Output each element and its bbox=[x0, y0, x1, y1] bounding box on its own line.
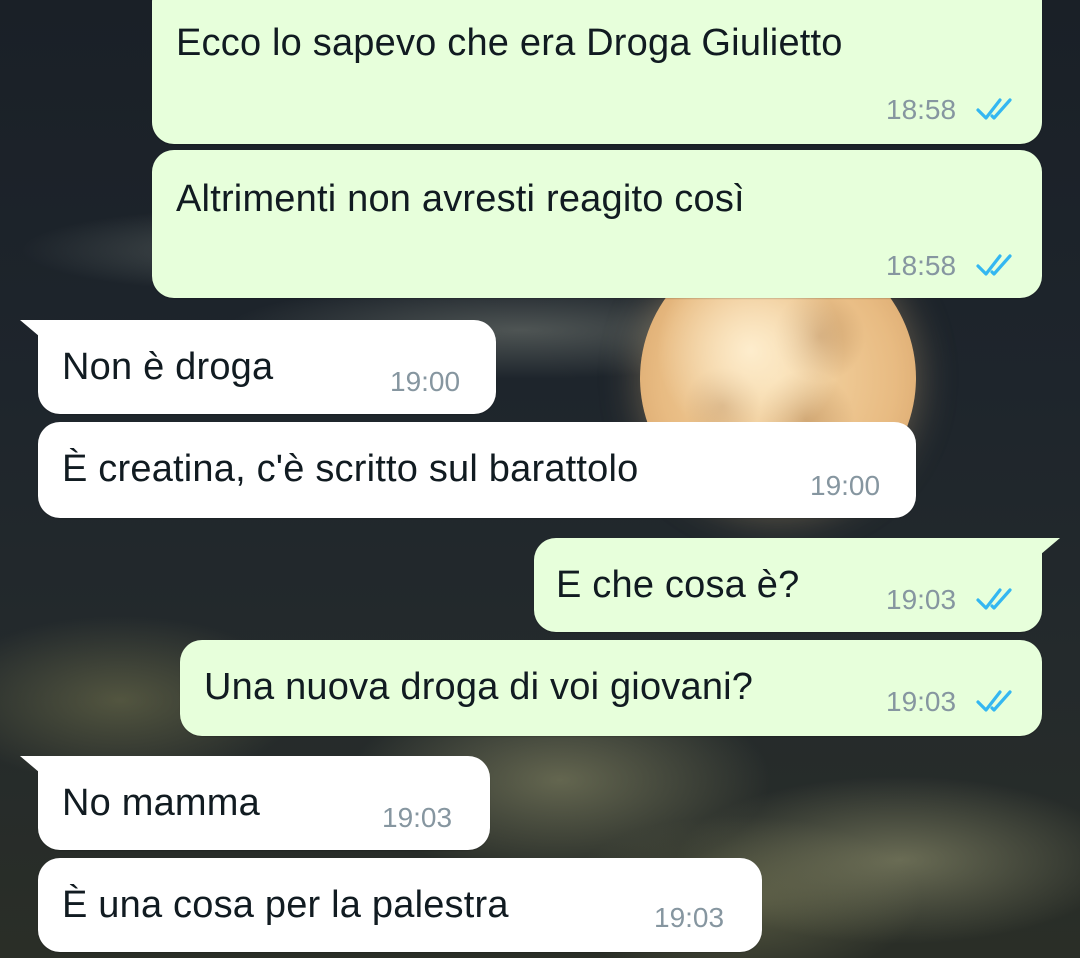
message-text: Non è droga bbox=[62, 346, 274, 388]
message-timestamp: 19:03 bbox=[886, 686, 957, 717]
message-timestamp: 19:00 bbox=[390, 366, 461, 397]
message-bubble-outgoing[interactable]: Ecco lo sapevo che era Droga Giulietto 1… bbox=[152, 0, 1060, 144]
message-bubble-outgoing[interactable]: Altrimenti non avresti reagito così 18:5… bbox=[152, 150, 1042, 298]
message-timestamp: 18:58 bbox=[886, 94, 957, 125]
message-bubble-outgoing[interactable]: E che cosa è? 19:03 bbox=[534, 538, 1060, 632]
message-text: È una cosa per la palestra bbox=[62, 884, 509, 926]
read-receipt-icon bbox=[976, 252, 1018, 278]
read-receipt-icon bbox=[976, 96, 1018, 122]
message-text: Una nuova droga di voi giovani? bbox=[204, 666, 754, 708]
message-timestamp: 19:03 bbox=[654, 902, 725, 933]
message-timestamp: 19:03 bbox=[382, 802, 453, 833]
read-receipt-icon bbox=[976, 688, 1018, 714]
message-bubble-incoming[interactable]: No mamma 19:03 bbox=[20, 756, 490, 850]
message-bubble-incoming[interactable]: È creatina, c'è scritto sul barattolo 19… bbox=[38, 422, 916, 518]
message-timestamp: 19:00 bbox=[810, 470, 881, 501]
message-timestamp: 19:03 bbox=[886, 584, 957, 615]
message-timestamp: 18:58 bbox=[886, 250, 957, 281]
message-text: È creatina, c'è scritto sul barattolo bbox=[62, 448, 639, 490]
message-text: No mamma bbox=[62, 782, 260, 824]
message-text: Ecco lo sapevo che era Droga Giulietto bbox=[176, 22, 843, 64]
message-bubble-outgoing[interactable]: Una nuova droga di voi giovani? 19:03 bbox=[180, 640, 1042, 736]
message-text: Altrimenti non avresti reagito così bbox=[176, 178, 745, 220]
message-text: E che cosa è? bbox=[556, 564, 800, 606]
message-bubble-incoming[interactable]: Non è droga 19:00 bbox=[20, 320, 496, 414]
message-bubble-incoming[interactable]: È una cosa per la palestra 19:03 bbox=[38, 858, 762, 952]
read-receipt-icon bbox=[976, 586, 1018, 612]
